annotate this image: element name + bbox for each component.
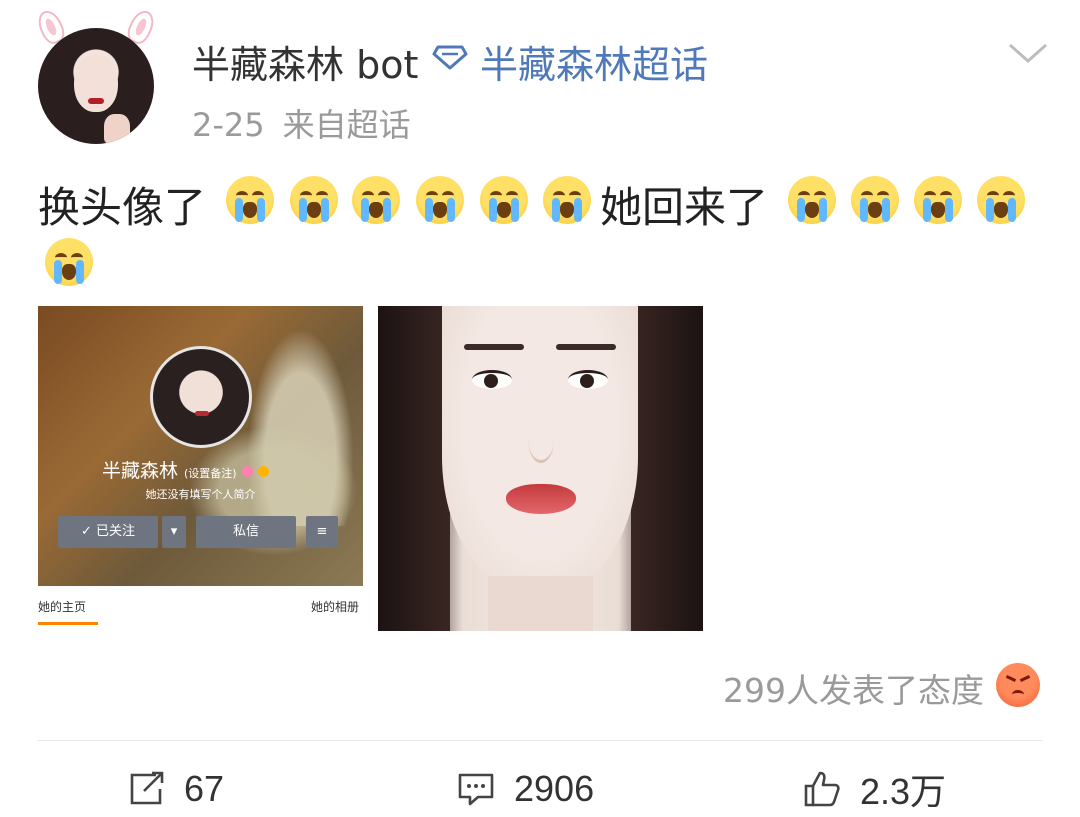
tab-underline [38,622,98,625]
crying-emoji-icon [290,176,338,224]
crying-emoji-icon [543,176,591,224]
attitude-count[interactable]: 299人发表了态度 [723,664,984,712]
repost-button[interactable]: 67 [126,766,224,812]
tab-home: 她的主页 [38,600,87,614]
crying-emoji-icon [352,176,400,224]
profile-bio: 她还没有填写个人简介 [145,488,256,501]
post-image-1[interactable]: 半藏森林 (设置备注) 她还没有填写个人简介 ✓ 已关注 ▾ 私信 ≡ 她的主页 … [38,306,363,631]
post-source: 来自超话 [282,106,411,144]
repost-icon [130,771,164,805]
lips [506,484,576,514]
thumbs-up-icon [804,771,840,807]
badge-icon [241,466,253,477]
avatar-photo[interactable] [38,28,154,144]
profile-remark: (设置备注) [184,467,237,480]
tab-album: 她的相册 [310,600,359,614]
check-icon: ✓ [80,524,96,539]
divider [38,740,1042,741]
comment-button[interactable]: 2906 [456,766,594,812]
post-meta: 2-25 来自超话 [192,100,429,146]
crying-emoji-icon [480,176,528,224]
crying-emoji-icon [977,176,1025,224]
comment-icon [458,773,494,806]
crown-icon [257,466,269,477]
crying-emoji-icon [226,176,274,224]
like-button[interactable]: 2.3万 [802,766,946,812]
post-text-part-1: 换头像了 [38,183,207,232]
chevron-down-icon[interactable] [1006,40,1050,66]
angry-emoji-icon[interactable] [996,663,1040,707]
post-image-2[interactable] [378,306,703,631]
like-count: 2.3万 [860,771,947,812]
diamond-icon [432,45,468,70]
post-text-part-2: 她回来了 [600,183,769,232]
crying-emoji-icon [45,238,93,286]
message-button: 私信 [196,516,296,548]
crying-emoji-icon [851,176,899,224]
menu-icon: ≡ [306,516,338,548]
crying-emoji-icon [914,176,962,224]
profile-name-row: 半藏森林 (设置备注) [102,456,312,483]
crying-emoji-icon [416,176,464,224]
repost-count: 67 [184,768,225,809]
crying-emoji-icon [788,176,836,224]
username[interactable]: 半藏森林 bot [192,34,418,89]
comment-count: 2906 [514,768,595,809]
profile-name: 半藏森林 [102,460,179,482]
follow-button: ✓ 已关注 [58,516,158,548]
post-date: 2-25 [192,106,265,144]
profile-avatar [150,346,252,448]
supertopic-link[interactable]: 半藏森林超话 [480,34,708,89]
follow-dropdown-button: ▾ [162,516,186,548]
